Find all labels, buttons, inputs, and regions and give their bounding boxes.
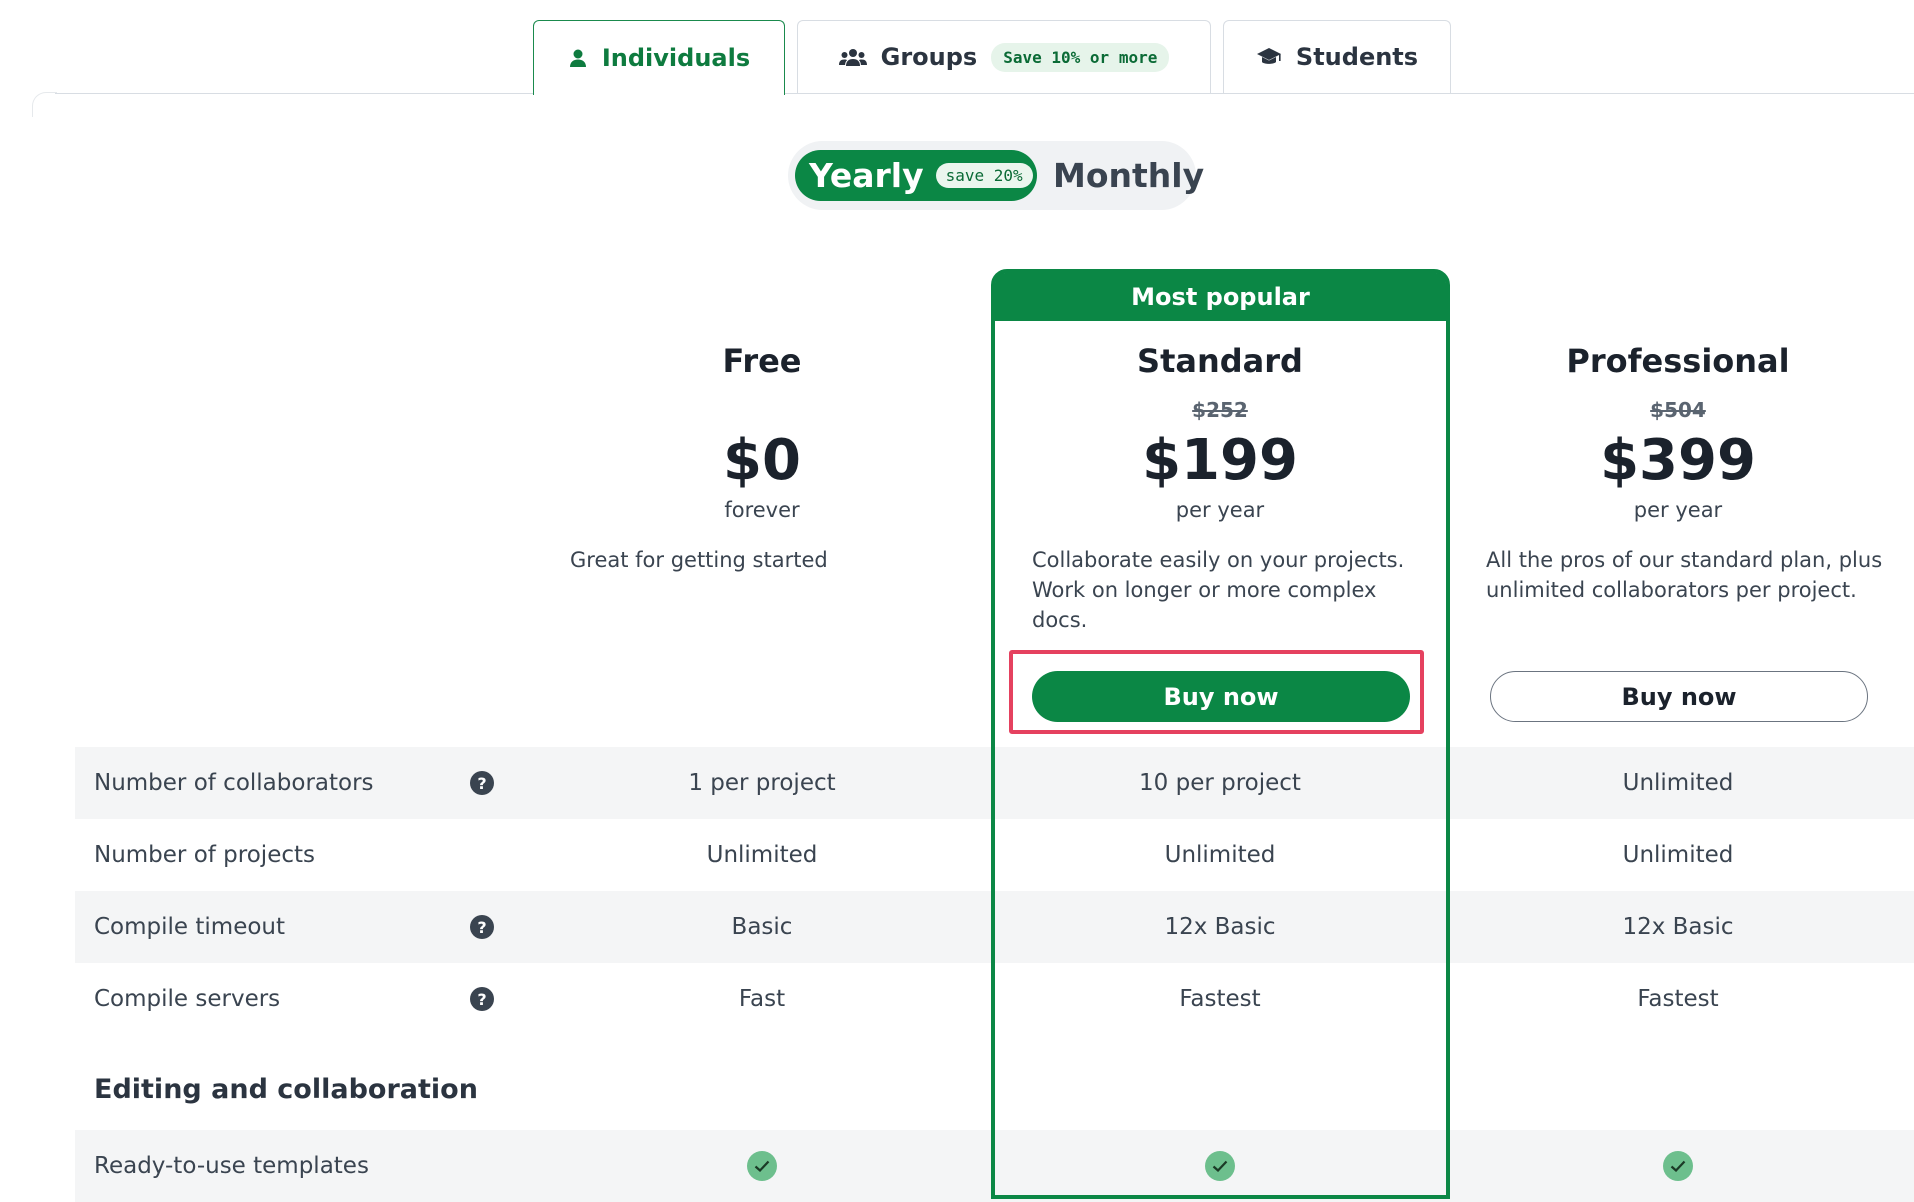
feature-value-professional: Fastest bbox=[1637, 986, 1719, 1012]
user-icon bbox=[568, 48, 588, 68]
plan-free-name: Free bbox=[722, 342, 802, 380]
feature-label: Compile timeout bbox=[94, 914, 286, 940]
plan-standard-name: Standard bbox=[1137, 342, 1303, 380]
feature-value-standard bbox=[1070, 1130, 1370, 1202]
feature-row: Number of projects Unlimited Unlimited U… bbox=[75, 819, 1914, 891]
plan-free-price: $0 bbox=[723, 428, 801, 493]
yearly-option[interactable]: Yearly save 20% bbox=[795, 150, 1037, 201]
feature-row: Ready-to-use templates bbox=[75, 1130, 1914, 1202]
section-title: Editing and collaboration bbox=[94, 1074, 478, 1105]
yearly-save-badge: save 20% bbox=[935, 163, 1033, 188]
feature-value-free: 1 per project bbox=[688, 770, 836, 796]
help-icon[interactable]: ? bbox=[470, 915, 494, 939]
professional-buy-now-button[interactable]: Buy now bbox=[1490, 671, 1868, 722]
feature-value-professional: Unlimited bbox=[1622, 842, 1734, 868]
yearly-label: Yearly bbox=[809, 156, 924, 195]
feature-value-standard: 10 per project bbox=[1139, 770, 1301, 796]
feature-value-standard: 12x Basic bbox=[1164, 914, 1276, 940]
feature-label: Ready-to-use templates bbox=[94, 1153, 369, 1179]
feature-value-free: Basic bbox=[731, 914, 793, 940]
check-icon bbox=[1205, 1151, 1235, 1181]
feature-value-free: Fast bbox=[738, 986, 786, 1012]
plan-standard-period: per year bbox=[1175, 498, 1265, 522]
feature-row: Compile timeout ? Basic 12x Basic 12x Ba… bbox=[75, 891, 1914, 963]
most-popular-banner: Most popular bbox=[995, 273, 1446, 321]
feature-value-free bbox=[612, 1130, 912, 1202]
tab-students-label: Students bbox=[1295, 43, 1419, 71]
feature-value-professional: 12x Basic bbox=[1622, 914, 1734, 940]
feature-value-professional: Unlimited bbox=[1622, 770, 1734, 796]
plan-free-description: Great for getting started bbox=[570, 548, 828, 572]
monthly-option[interactable]: Monthly bbox=[1053, 150, 1204, 201]
plan-professional-name: Professional bbox=[1566, 342, 1790, 380]
plan-professional-price: $399 bbox=[1600, 428, 1756, 493]
plan-free-period: forever bbox=[724, 498, 800, 522]
card-corner bbox=[32, 92, 57, 117]
tab-individuals[interactable]: Individuals bbox=[533, 20, 785, 95]
check-icon bbox=[747, 1151, 777, 1181]
feature-label: Number of projects bbox=[94, 842, 315, 868]
tab-baseline bbox=[55, 93, 1914, 94]
feature-value-free: Unlimited bbox=[706, 842, 818, 868]
tab-groups[interactable]: Groups Save 10% or more bbox=[797, 20, 1211, 93]
standard-buy-now-button[interactable]: Buy now bbox=[1032, 671, 1410, 722]
billing-period-toggle: Yearly save 20% Monthly bbox=[788, 141, 1204, 210]
graduation-cap-icon bbox=[1256, 47, 1282, 67]
feature-value-standard: Fastest bbox=[1179, 986, 1261, 1012]
groups-save-badge: Save 10% or more bbox=[991, 42, 1170, 72]
tab-individuals-label: Individuals bbox=[601, 44, 751, 72]
help-icon[interactable]: ? bbox=[470, 771, 494, 795]
feature-label: Compile servers bbox=[94, 986, 281, 1012]
feature-value-professional bbox=[1528, 1130, 1828, 1202]
plan-standard-price: $199 bbox=[1142, 428, 1298, 493]
plan-professional-period: per year bbox=[1633, 498, 1723, 522]
help-icon[interactable]: ? bbox=[470, 987, 494, 1011]
feature-row: Compile servers ? Fast Fastest Fastest bbox=[75, 963, 1914, 1035]
plan-standard-original-price: $252 bbox=[1192, 398, 1248, 422]
feature-value-standard: Unlimited bbox=[1164, 842, 1276, 868]
feature-row: Number of collaborators ? 1 per project … bbox=[75, 747, 1914, 819]
monthly-label: Monthly bbox=[1053, 156, 1205, 195]
check-icon bbox=[1663, 1151, 1693, 1181]
feature-label: Number of collaborators bbox=[94, 770, 374, 796]
tab-students[interactable]: Students bbox=[1223, 20, 1451, 93]
users-icon bbox=[838, 48, 867, 66]
tab-groups-label: Groups bbox=[880, 43, 978, 71]
plan-professional-original-price: $504 bbox=[1650, 398, 1706, 422]
plan-standard-description: Collaborate easily on your projects. Wor… bbox=[1032, 548, 1405, 632]
plan-professional-description: All the pros of our standard plan, plus … bbox=[1486, 548, 1883, 602]
